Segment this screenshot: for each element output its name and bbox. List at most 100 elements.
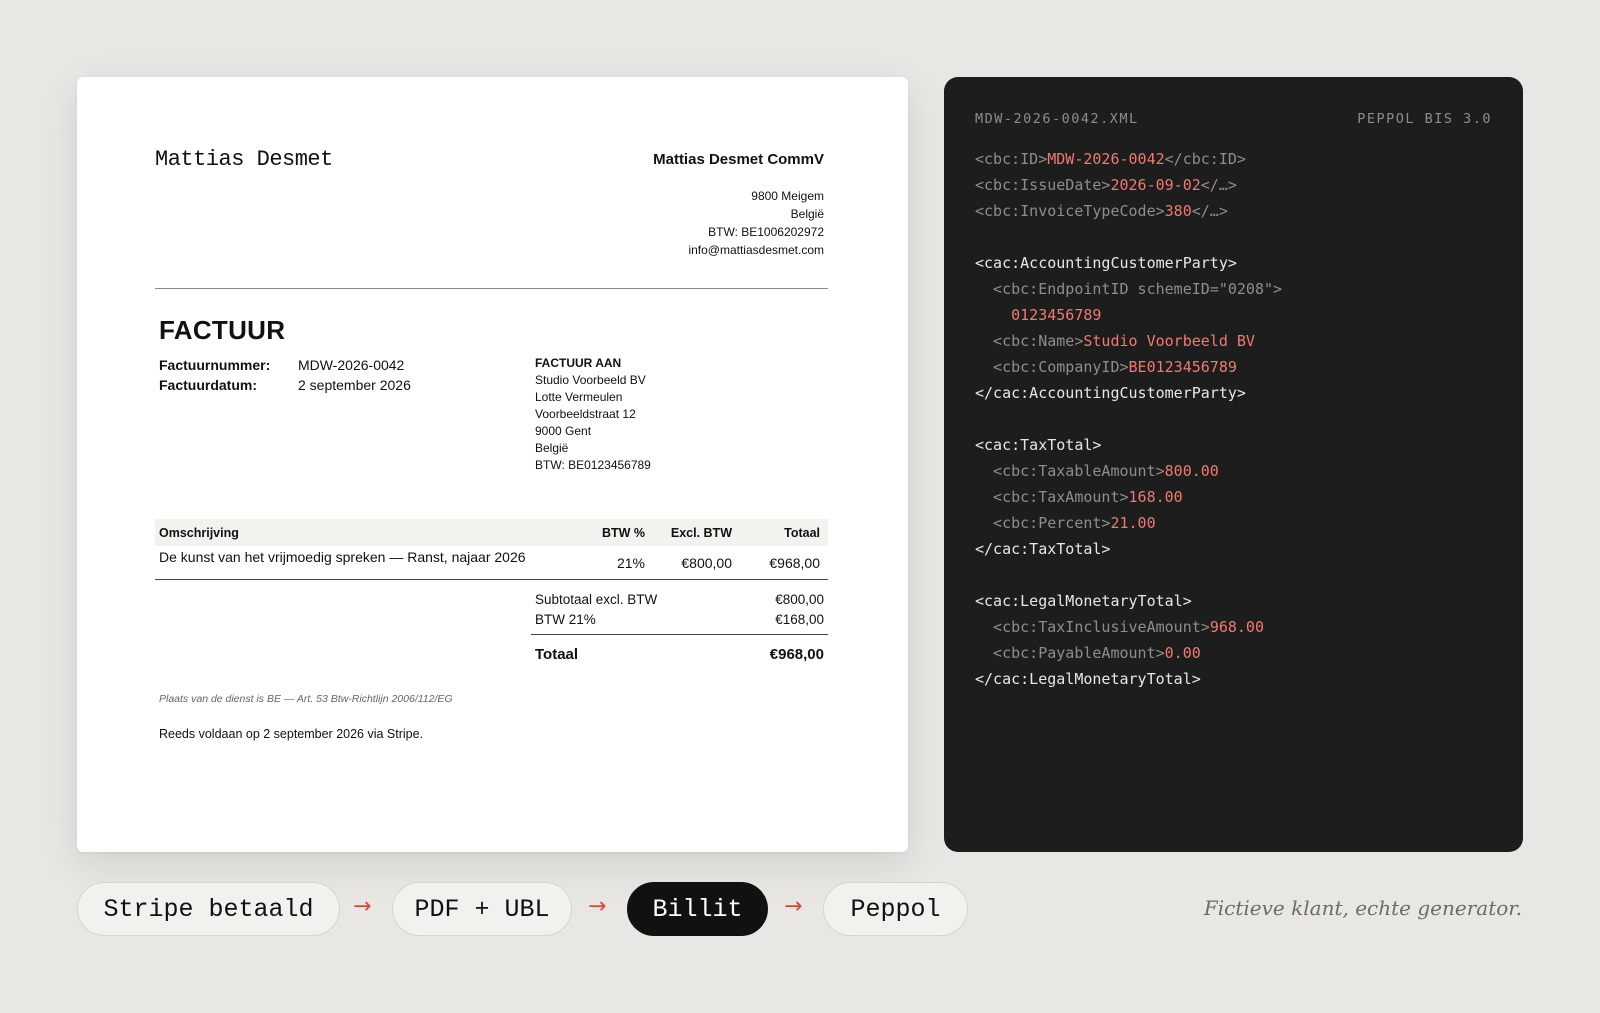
xml-tag: <cbc:IssueDate> [975,176,1111,194]
subtotal-value: €800,00 [775,591,824,607]
bill-to-country: België [535,441,569,455]
xml-line [975,406,1282,432]
invoice-date-label: Factuurdatum: [159,377,257,393]
company-email: info@mattiasdesmet.com [688,243,824,257]
arrow-icon: → [353,894,372,919]
xml-line: <cbc:IssueDate>2026-09-02</…> [975,172,1282,198]
xml-value: 0.00 [1164,644,1201,662]
table-row: De kunst van het vrijmoedig spreken — Ra… [155,546,828,580]
xml-tag: </…> [1191,202,1228,220]
xml-tag: <cbc:EndpointID schemeID="0208"> [975,280,1283,298]
ubl-xml-panel: MDW-2026-0042.XML PEPPOL BIS 3.0 <cbc:ID… [944,77,1523,852]
bill-to-company: Studio Voorbeeld BV [535,373,646,387]
xml-line: <cbc:PayableAmount>0.00 [975,640,1282,666]
xml-line: <cac:LegalMonetaryTotal> [975,588,1282,614]
xml-value: 800.00 [1164,462,1219,480]
totals-block: Subtotaal excl. BTW €800,00 BTW 21% €168,0… [531,589,828,666]
xml-tag: <cac:TaxTotal> [975,436,1102,454]
col-vat-pct: BTW % [601,525,645,540]
bill-to-contact: Lotte Vermeulen [535,390,623,404]
invoice-preview: Mattias Desmet Mattias Desmet CommV 9800… [77,77,908,852]
bill-to-street: Voorbeeldstraat 12 [535,407,636,421]
xml-tag: <cac:LegalMonetaryTotal> [975,592,1192,610]
invoice-number: MDW-2026-0042 [298,357,405,373]
item-excl: €800,00 [681,554,732,571]
caption-note: Fictieve klant, echte generator. [1203,896,1522,920]
xml-tag: </cbc:ID> [1164,150,1246,168]
xml-value: 380 [1164,202,1192,220]
step-billit: Billit [627,882,768,936]
step-stripe-paid: Stripe betaald [77,882,340,936]
xml-line: <cbc:EndpointID schemeID="0208"> [975,276,1282,302]
xml-line: <cbc:ID>MDW-2026-0042</cbc:ID> [975,146,1282,172]
company-country: België [790,207,824,221]
xml-value: 168.00 [1128,488,1183,506]
xml-value: Studio Voorbeeld BV [1083,332,1255,350]
arrow-icon: → [588,894,607,919]
vat-label: BTW 21% [535,611,596,627]
xml-tag: <cbc:Percent> [975,514,1111,532]
xml-tag: <cbc:TaxInclusiveAmount> [975,618,1210,636]
xml-line: 0123456789 [975,302,1282,328]
bill-to-vat: BTW: BE0123456789 [535,458,651,472]
xml-line: <cac:AccountingCustomerParty> [975,250,1282,276]
xml-line: <cbc:TaxAmount>168.00 [975,484,1282,510]
item-total: €968,00 [769,554,820,571]
header-divider [155,288,828,289]
bill-to-city: 9000 Gent [535,424,592,438]
bill-to-heading: FACTUUR AAN [535,356,622,370]
xml-value: 968.00 [1209,618,1264,636]
xml-value: 0123456789 [975,306,1102,324]
xml-tag: </cac:AccountingCustomerParty> [975,384,1246,402]
xml-code: <cbc:ID>MDW-2026-0042</cbc:ID> <cbc:Issue… [975,146,1282,692]
payment-note: Reeds voldaan op 2 september 2026 via St… [159,727,424,741]
company-city: 9800 Meigem [751,189,824,203]
company-address: 9800 Meigem België BTW: BE1006202972 inf… [688,187,824,259]
step-pdf-ubl: PDF + UBL [392,882,572,936]
col-description: Omschrijving [159,525,239,540]
xml-value: 21.00 [1110,514,1156,532]
arrow-icon: → [784,894,803,919]
company-name: Mattias Desmet CommV [653,151,824,168]
bill-to: FACTUUR AAN Studio Voorbeeld BV Lotte Ve… [535,355,651,474]
xml-line: <cbc:TaxInclusiveAmount>968.00 [975,614,1282,640]
xml-header: MDW-2026-0042.XML PEPPOL BIS 3.0 [975,111,1492,127]
xml-line: <cbc:TaxableAmount>800.00 [975,458,1282,484]
col-total: Totaal [784,525,820,540]
xml-value: BE0123456789 [1128,358,1237,376]
xml-line: <cac:TaxTotal> [975,432,1282,458]
xml-tag: <cbc:TaxableAmount> [975,462,1165,480]
invoice-meta: Factuurnummer: MDW-2026-0042 Factuurdatum… [159,355,411,395]
xml-tag: <cac:AccountingCustomerParty> [975,254,1237,272]
xml-line: </cac:TaxTotal> [975,536,1282,562]
item-description: De kunst van het vrijmoedig spreken — Ra… [159,549,526,565]
xml-tag: <cbc:ID> [975,150,1048,168]
xml-tag: <cbc:InvoiceTypeCode> [975,202,1165,220]
total-label: Totaal [535,646,579,663]
invoice-title: FACTUUR [159,315,286,345]
step-peppol: Peppol [823,882,968,936]
xml-value: 2026-09-02 [1110,176,1201,194]
brand-logo: Mattias Desmet [155,147,333,172]
invoice-date: 2 september 2026 [298,377,411,393]
xml-line: <cbc:CompanyID>BE0123456789 [975,354,1282,380]
xml-tag: </…> [1200,176,1237,194]
xml-line: <cbc:InvoiceTypeCode>380</…> [975,198,1282,224]
xml-line [975,224,1282,250]
xml-tag: </cac:LegalMonetaryTotal> [975,670,1201,688]
xml-line: <cbc:Percent>21.00 [975,510,1282,536]
xml-tag: </cac:TaxTotal> [975,540,1111,558]
xml-tag: <cbc:CompanyID> [975,358,1129,376]
table-header: Omschrijving BTW % Excl. BTW Totaal [155,519,828,546]
xml-tag: <cbc:PayableAmount> [975,644,1165,662]
vat-value: €168,00 [775,611,824,627]
line-items-table: Omschrijving BTW % Excl. BTW Totaal De k… [155,519,828,580]
subtotal-label: Subtotaal excl. BTW [535,591,658,607]
xml-filename: MDW-2026-0042.XML [975,111,1139,127]
xml-standard: PEPPOL BIS 3.0 [1357,111,1492,127]
item-vat-pct: 21% [616,554,645,571]
legal-note: Plaats van de dienst is BE — Art. 53 Btw… [159,693,453,705]
xml-tag: <cbc:TaxAmount> [975,488,1129,506]
xml-line: </cac:LegalMonetaryTotal> [975,666,1282,692]
col-excl: Excl. BTW [670,525,732,540]
